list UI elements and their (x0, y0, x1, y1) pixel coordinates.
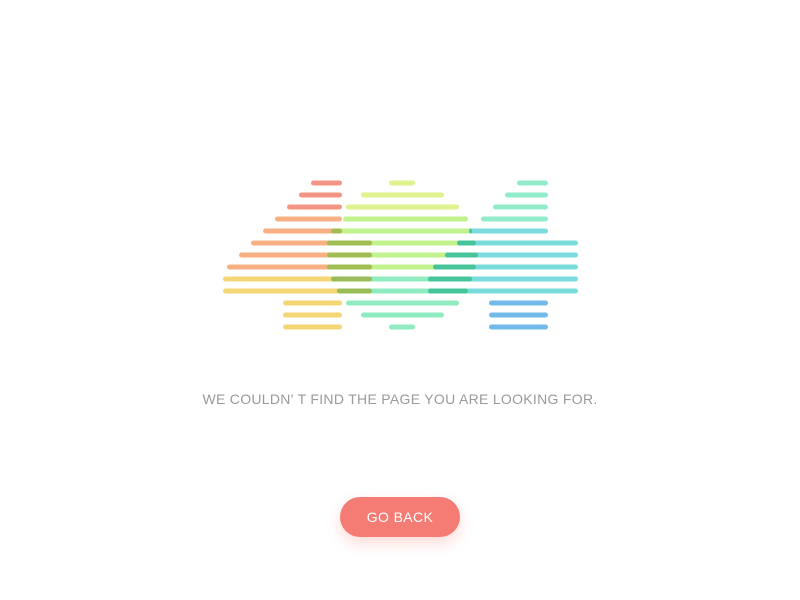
not-found-message: WE COULDN' T FIND THE PAGE YOU ARE LOOKI… (202, 391, 598, 407)
digit-four-left-bar (283, 312, 342, 318)
digit-four-left-bar (311, 180, 342, 186)
digit-four-right-bar (489, 324, 548, 330)
digit-zero-bar (346, 300, 459, 306)
digit-zero-bar (331, 228, 472, 234)
digit-four-left-bar (283, 324, 342, 330)
digit-four-right-bar (489, 312, 548, 318)
overlap-bar (331, 228, 342, 234)
digit-four-right-bar (505, 192, 548, 198)
overlap-bar (457, 240, 476, 246)
digit-four-right-bar (493, 204, 548, 210)
overlap-bar (445, 252, 478, 258)
overlap-bar (469, 228, 472, 234)
digit-zero-bar (389, 180, 415, 186)
digit-four-left-bar (287, 204, 342, 210)
overlap-bar (331, 276, 372, 282)
overlap-bar (327, 240, 372, 246)
go-back-button[interactable]: GO BACK (340, 497, 460, 537)
digit-zero-bar (361, 192, 444, 198)
digit-four-right-bar (517, 180, 548, 186)
digit-four-right-bar (481, 216, 548, 222)
digit-zero-bar (389, 324, 415, 330)
overlap-bar (433, 264, 476, 270)
not-found-page: WE COULDN' T FIND THE PAGE YOU ARE LOOKI… (0, 0, 800, 600)
digit-zero-bar (343, 216, 468, 222)
overlap-bar (327, 252, 372, 258)
overlap-bar (327, 264, 372, 270)
digit-four-right-bar (489, 300, 548, 306)
overlap-bar (428, 276, 472, 282)
digit-four-left-bar (283, 300, 342, 306)
digit-zero-bar (361, 312, 444, 318)
digit-four-left-bar (263, 228, 342, 234)
overlap-bar (428, 288, 468, 294)
digit-four-right-bar (469, 228, 548, 234)
digit-four-left-bar (275, 216, 342, 222)
overlap-bar (337, 288, 372, 294)
digit-four-left-bar (299, 192, 342, 198)
digit-zero-bar (346, 204, 459, 210)
